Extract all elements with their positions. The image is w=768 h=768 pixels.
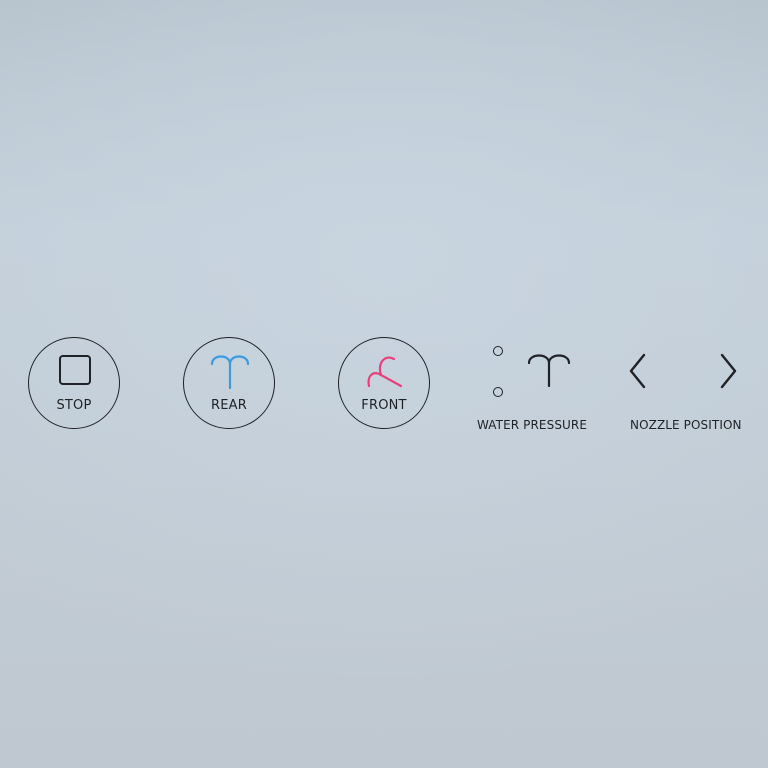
pressure-level-dot[interactable] xyxy=(493,346,503,356)
stop-button[interactable]: STOP xyxy=(28,337,120,429)
front-button[interactable]: FRONT xyxy=(338,337,430,429)
front-label: FRONT xyxy=(361,398,407,413)
rear-label: REAR xyxy=(211,398,247,413)
spray-icon[interactable] xyxy=(527,350,571,390)
chevron-left-icon[interactable] xyxy=(626,352,648,392)
control-panel: STOP REAR FRONT WATER PRESSURE NOZZLE PO… xyxy=(0,0,768,768)
pressure-level-dot[interactable] xyxy=(493,387,503,397)
rear-button[interactable]: REAR xyxy=(183,337,275,429)
front-spray-icon xyxy=(365,350,405,390)
stop-label: STOP xyxy=(56,398,92,413)
stop-square-icon xyxy=(55,350,95,390)
nozzle-position-label: NOZZLE POSITION xyxy=(630,418,742,432)
water-pressure-group: WATER PRESSURE xyxy=(470,338,600,438)
water-pressure-label: WATER PRESSURE xyxy=(477,418,588,432)
rear-spray-icon xyxy=(210,350,250,390)
chevron-right-icon[interactable] xyxy=(718,352,740,392)
nozzle-position-group: NOZZLE POSITION xyxy=(622,338,752,438)
